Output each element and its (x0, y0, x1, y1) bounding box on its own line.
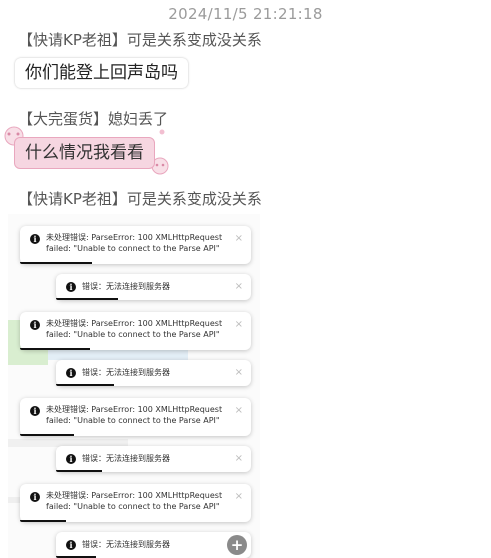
toast-progress-bar (56, 470, 102, 472)
message-image[interactable]: i 未处理错误: ParseError: 100 XMLHttpRequest f… (8, 214, 260, 558)
error-toast[interactable]: i 错误：无法连接到服务器 × (56, 446, 251, 472)
info-icon: i (30, 492, 40, 502)
close-icon[interactable]: × (235, 453, 243, 464)
info-icon: i (66, 282, 76, 292)
toast-progress-bar (56, 384, 114, 386)
info-icon: i (66, 540, 76, 550)
toast-message: 错误：无法连接到服务器 (82, 282, 170, 291)
message-bubble[interactable]: 什么情况我看看 (14, 137, 155, 169)
close-icon[interactable]: × (235, 233, 243, 244)
toast-progress-bar (20, 262, 92, 264)
zoom-in-icon[interactable]: + (227, 535, 247, 555)
toast-message: 错误：无法连接到服务器 (82, 368, 170, 377)
toast-progress-bar (20, 434, 74, 436)
info-icon: i (30, 320, 40, 330)
toast-message: 未处理错误: ParseError: 100 XMLHttpRequest fai… (46, 319, 223, 339)
error-toast[interactable]: i 错误：无法连接到服务器 × (56, 360, 251, 386)
toast-message: 错误：无法连接到服务器 (82, 540, 170, 549)
sender-name: 【快请KP老祖】可是关系变成没关系 (18, 190, 262, 208)
toast-message: 未处理错误: ParseError: 100 XMLHttpRequest fai… (46, 233, 223, 253)
toast-message: 未处理错误: ParseError: 100 XMLHttpRequest fai… (46, 405, 223, 425)
close-icon[interactable]: × (235, 491, 243, 502)
error-toast[interactable]: i 未处理错误: ParseError: 100 XMLHttpRequest f… (20, 226, 251, 264)
error-toast[interactable]: i 错误：无法连接到服务器 (56, 532, 251, 558)
message-timestamp: 2024/11/5 21:21:18 (168, 5, 323, 23)
toast-progress-bar (56, 298, 118, 300)
error-toast[interactable]: i 未处理错误: ParseError: 100 XMLHttpRequest f… (20, 484, 251, 522)
info-icon: i (30, 406, 40, 416)
message-bubble[interactable]: 你们能登上回声岛吗 (15, 58, 188, 88)
close-icon[interactable]: × (235, 319, 243, 330)
info-icon: i (66, 368, 76, 378)
close-icon[interactable]: × (235, 281, 243, 292)
sender-name: 【快请KP老祖】可是关系变成没关系 (18, 31, 262, 49)
toast-message: 错误：无法连接到服务器 (82, 454, 170, 463)
toast-message: 未处理错误: ParseError: 100 XMLHttpRequest fai… (46, 491, 223, 511)
close-icon[interactable]: × (235, 367, 243, 378)
close-icon[interactable]: × (235, 405, 243, 416)
toast-progress-bar (20, 348, 90, 350)
info-icon: i (30, 234, 40, 244)
error-toast[interactable]: i 错误：无法连接到服务器 × (56, 274, 251, 300)
toast-progress-bar (20, 520, 66, 522)
error-toast[interactable]: i 未处理错误: ParseError: 100 XMLHttpRequest f… (20, 398, 251, 436)
error-toast[interactable]: i 未处理错误: ParseError: 100 XMLHttpRequest f… (20, 312, 251, 350)
info-icon: i (66, 454, 76, 464)
